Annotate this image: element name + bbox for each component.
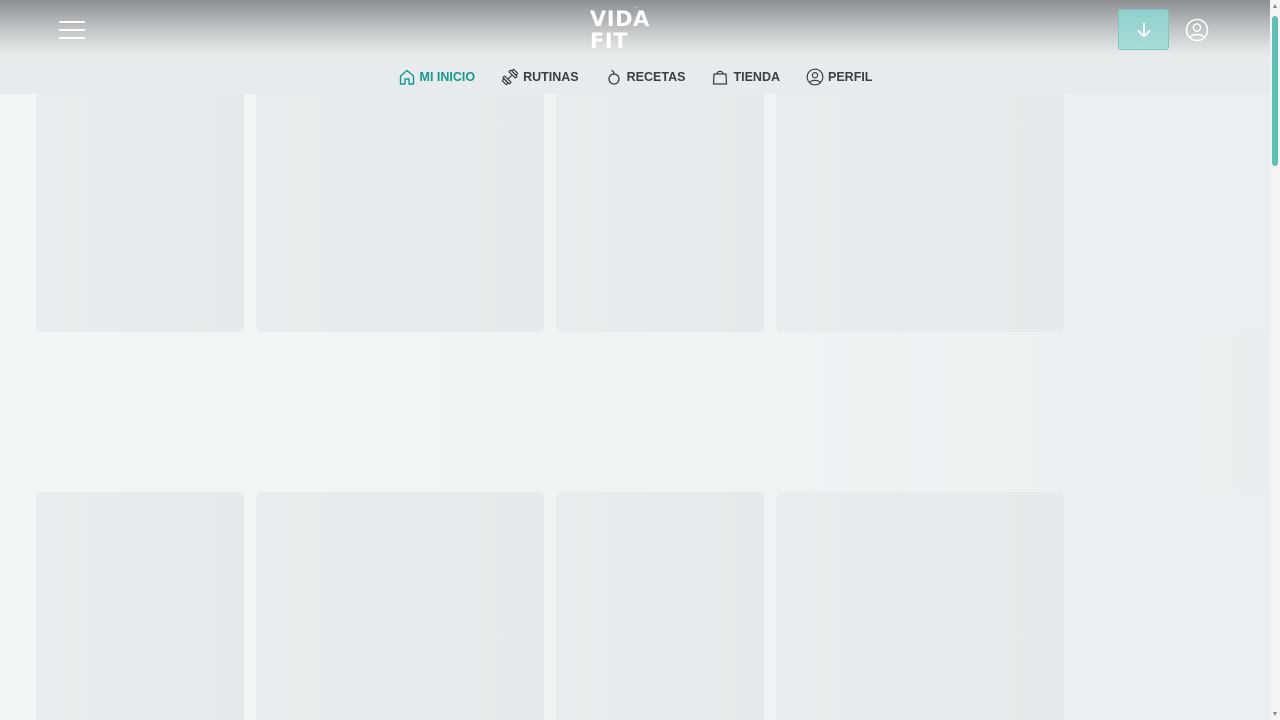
nav-item-label: RECETAS — [626, 70, 686, 84]
download-button[interactable] — [1118, 9, 1169, 50]
scroll-up-arrow-icon[interactable]: ▲ — [1271, 2, 1279, 10]
shopping-bag-icon — [713, 70, 728, 85]
home-icon — [399, 69, 414, 85]
skeleton-card — [776, 492, 1064, 720]
skeleton-card — [36, 94, 244, 332]
user-circle-icon[interactable] — [1185, 18, 1209, 42]
arrow-down-icon — [1136, 22, 1151, 38]
nav-item-tienda[interactable]: TIENDA — [698, 68, 793, 86]
skeleton-card — [1076, 94, 1270, 332]
top-header: VIDA FIT — [0, 0, 1270, 60]
nav-item-label: PERFIL — [828, 70, 873, 84]
skeleton-card — [36, 492, 244, 720]
nav-item-label: RUTINAS — [523, 70, 579, 84]
skeleton-card — [556, 492, 764, 720]
nav-item-rutinas[interactable]: RUTINAS — [488, 68, 592, 86]
nav-item-mi-inicio[interactable]: MI INICIO — [385, 68, 489, 86]
skeleton-card — [1076, 492, 1270, 720]
user-circle-icon — [806, 68, 824, 86]
dumbbell-icon — [501, 68, 519, 86]
nav-item-perfil[interactable]: PERFIL — [793, 68, 885, 86]
nav-item-label: MI INICIO — [419, 70, 476, 84]
scrollbar-thumb[interactable] — [1272, 16, 1278, 166]
brand-logo[interactable]: VIDA FIT — [590, 6, 682, 52]
brand-name: VIDA FIT — [590, 7, 650, 53]
scroll-down-arrow-icon[interactable]: ▼ — [1271, 710, 1279, 718]
nav-item-recetas[interactable]: RECETAS — [592, 68, 699, 86]
nav-item-label: TIENDA — [733, 70, 780, 84]
main-navigation: MI INICIO RUTINAS RECETAS TIENDA PERFIL — [0, 60, 1270, 94]
skeleton-card — [256, 94, 544, 332]
fruit-icon — [608, 69, 620, 85]
skeleton-card — [256, 492, 544, 720]
skeleton-card — [556, 94, 764, 332]
hamburger-menu-icon[interactable] — [58, 18, 86, 42]
skeleton-card — [776, 94, 1064, 332]
